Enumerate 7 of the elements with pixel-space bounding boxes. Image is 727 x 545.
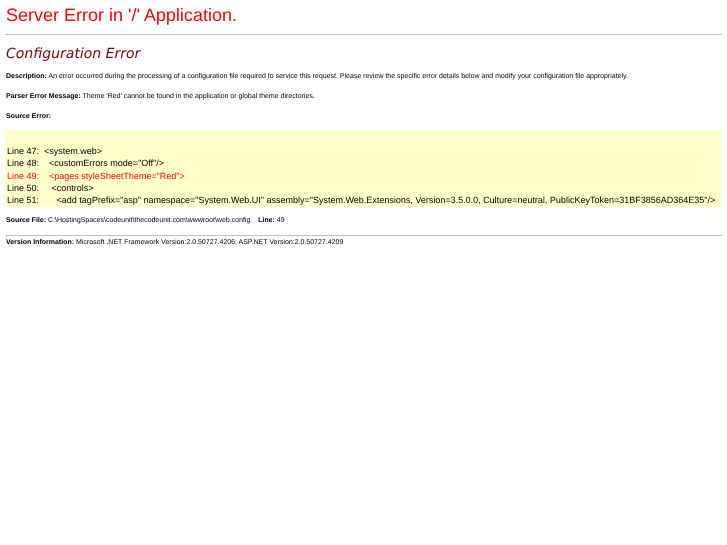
- code-line: Line 47: <system.web>: [7, 145, 102, 158]
- code-line: Line 48: <customErrors mode="Off"/>: [7, 157, 164, 170]
- error-title: Configuration Error: [5, 45, 142, 64]
- code-line: Line 51: <add tagPrefix="asp" namespace="System.Web.UI" assembly="System.Web.Extensions, Version=3.5.0.0, Culture=neutral, PublicKeyToken=31BF3856AD364E35"/>: [7, 194, 716, 206]
- code-line: Line 49: <pages styleSheetTheme="Red">: [7, 170, 185, 182]
- page-title: Server Error in '/' Application.: [5, 4, 238, 26]
- code-line: Line 50: <controls>: [7, 182, 94, 194]
